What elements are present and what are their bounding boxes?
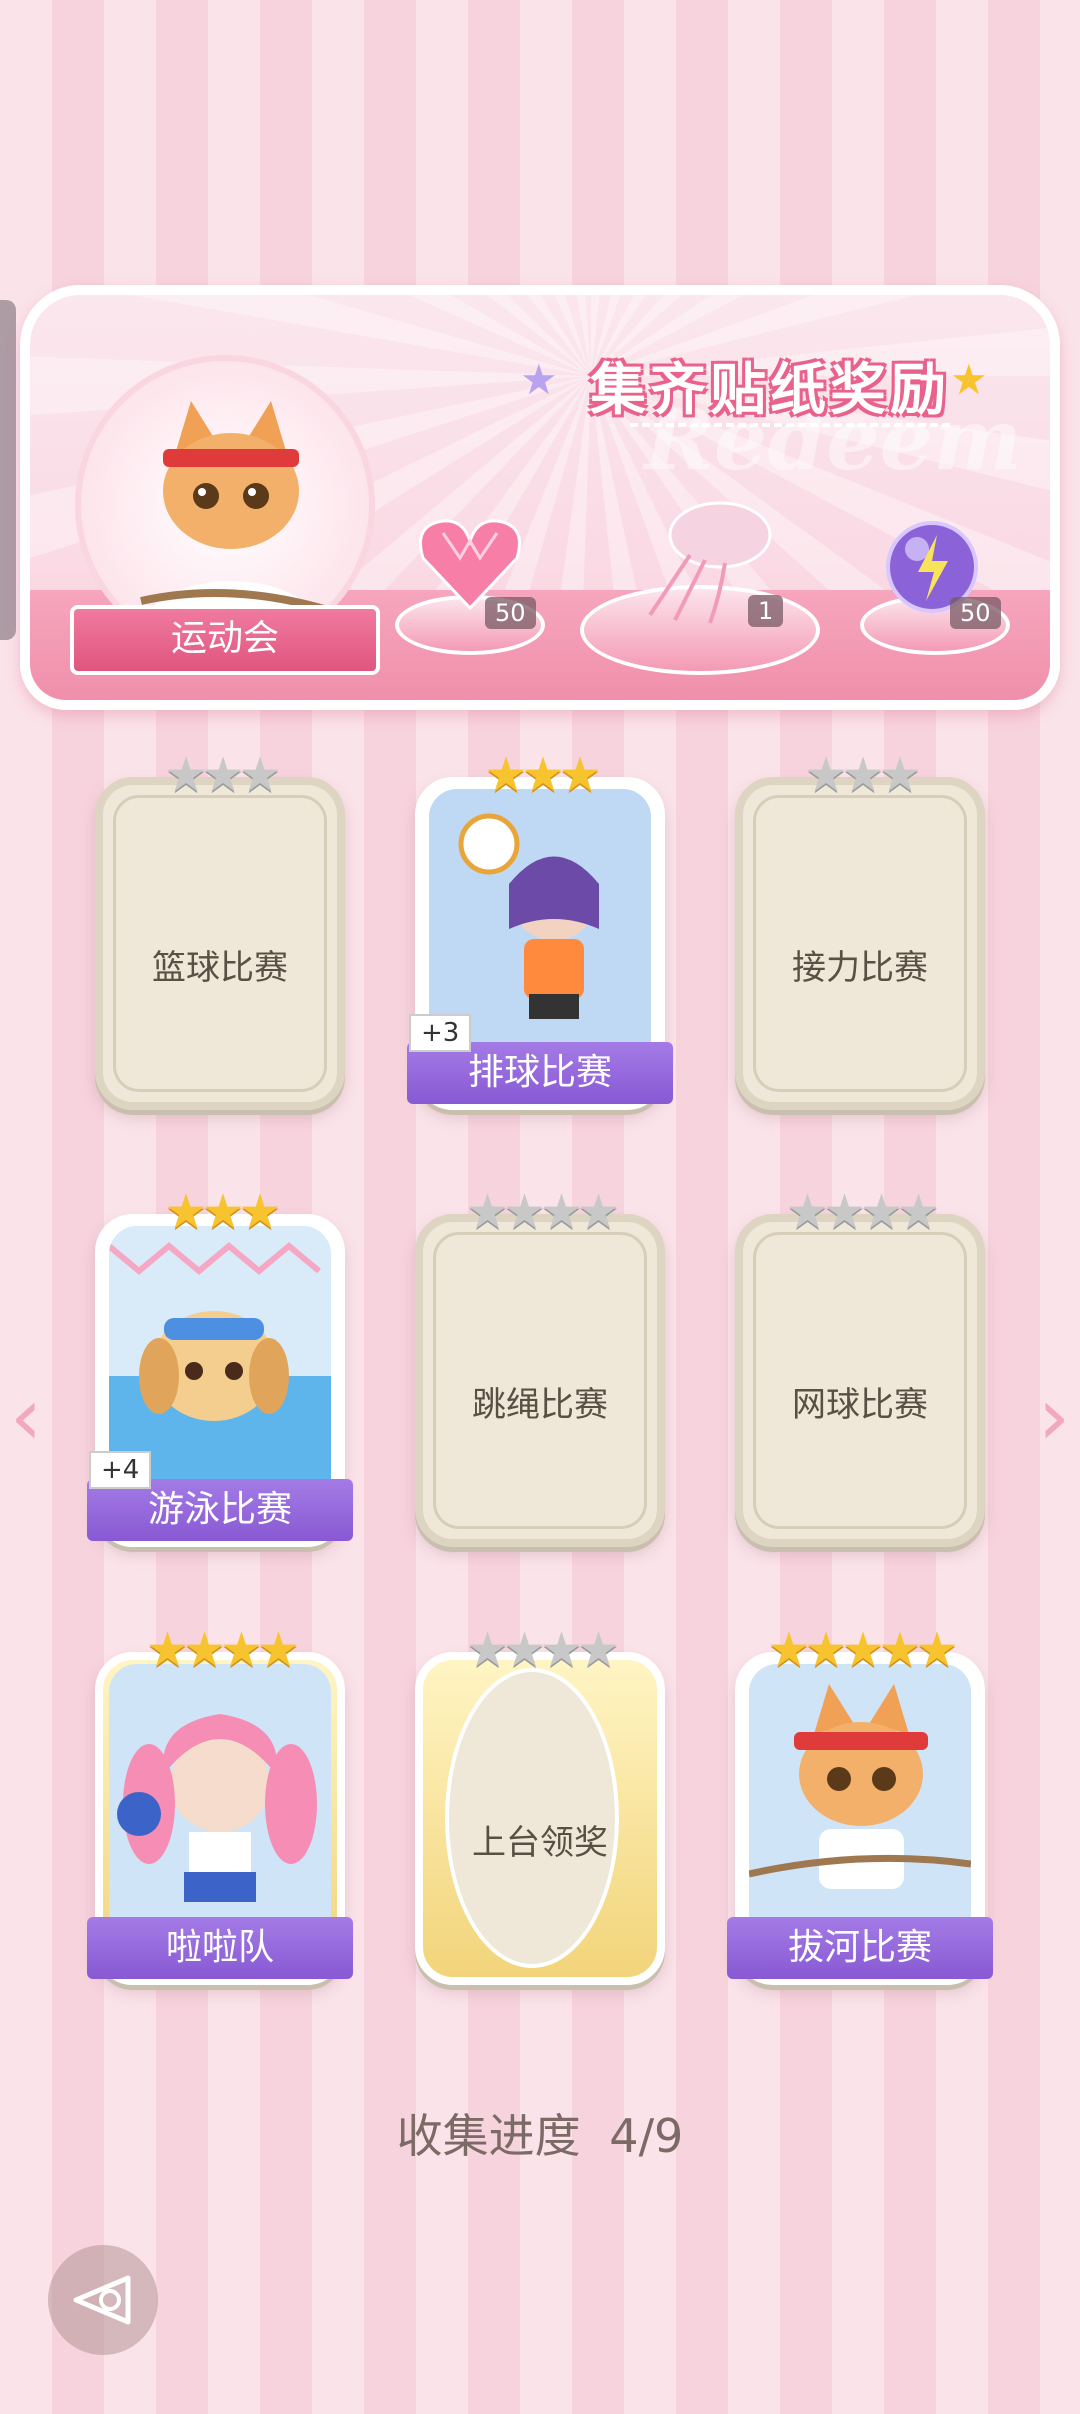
back-arrow-icon: [73, 2275, 131, 2325]
star-icon: ★: [238, 1184, 282, 1240]
star-icon: ★: [878, 1622, 922, 1678]
sticker-card[interactable]: 游泳比赛 +4 ★★★: [87, 1184, 353, 1547]
star-icon: ★: [201, 747, 244, 803]
card-name: 接力比赛: [792, 948, 928, 988]
star-icon: ★: [182, 1622, 226, 1678]
star-icon: ★: [860, 1184, 903, 1240]
card-name: 跳绳比赛: [472, 1385, 608, 1425]
reward-count: 50: [485, 597, 536, 629]
star-icon: ★: [577, 1622, 620, 1678]
star-rating: ★★★: [95, 1184, 345, 1240]
star-rating: ★★★★★: [735, 1622, 985, 1678]
star-icon: ★: [201, 1184, 244, 1240]
star-icon: ★: [841, 747, 884, 803]
banner-title: 集齐贴纸奖励: [590, 358, 950, 423]
star-icon: ★: [558, 747, 602, 803]
star-rating: ★★★★: [95, 1622, 345, 1678]
star-icon: ★: [145, 1622, 189, 1678]
star-icon: ★: [804, 747, 847, 803]
star-icon: ★: [465, 1184, 509, 1240]
star-icon: ★: [897, 1184, 940, 1240]
collection-progress: 收集进度 4/9: [0, 2100, 1080, 2166]
star-icon: ★: [220, 1622, 263, 1678]
star-rating: ★★★: [735, 747, 985, 803]
star-rating: ★★★★: [415, 1622, 665, 1678]
sticker-card[interactable]: 跳绳比赛 ★★★★: [415, 1184, 665, 1547]
star-icon: ★: [540, 1622, 583, 1678]
card-illustration: [749, 1664, 971, 1925]
card-illustration: [109, 1226, 331, 1487]
star-icon: ★: [502, 1184, 546, 1240]
sticker-card[interactable]: 拔河比赛 ★★★★★: [727, 1622, 993, 1985]
star-icon: ★: [238, 747, 282, 803]
sticker-card[interactable]: 篮球比赛 ★★★: [95, 747, 345, 1110]
card-name: 上台领奖: [472, 1823, 608, 1863]
chevron-left-icon[interactable]: ‹: [10, 1370, 42, 1463]
star-icon: ★: [804, 1622, 847, 1678]
event-name-ribbon: 运动会: [70, 605, 380, 675]
star-icon: ★: [465, 1622, 509, 1678]
card-name: 网球比赛: [792, 1385, 928, 1425]
reward-count: 1: [748, 595, 784, 627]
sticker-card[interactable]: 上台领奖 ★★★★: [415, 1622, 665, 1985]
star-icon: ★: [521, 747, 564, 803]
star-rating: ★★★: [95, 747, 345, 803]
sticker-card[interactable]: 接力比赛 ★★★: [735, 747, 985, 1110]
star-rating: ★★★★: [735, 1184, 985, 1240]
purple-star-icon: ★: [520, 355, 558, 404]
star-rating: ★★★★: [415, 1184, 665, 1240]
sticker-card[interactable]: 啦啦队 ★★★★: [87, 1622, 353, 1985]
duplicate-count-badge: +3: [409, 1014, 472, 1052]
star-rating: ★★★: [415, 747, 665, 803]
star-icon: ★: [841, 1622, 884, 1678]
sticker-card[interactable]: 排球比赛 +3 ★★★: [407, 747, 673, 1110]
star-icon: ★: [257, 1622, 300, 1678]
star-icon: ★: [878, 747, 922, 803]
star-icon: ★: [785, 1184, 829, 1240]
back-button[interactable]: [48, 2245, 158, 2355]
star-icon: ★: [164, 1184, 207, 1240]
card-illustration: [429, 789, 651, 1050]
star-icon: ★: [822, 1184, 866, 1240]
progress-label: 收集进度: [396, 2109, 581, 2163]
duplicate-count-badge: +4: [89, 1451, 152, 1489]
star-icon: ★: [164, 747, 207, 803]
star-icon: ★: [577, 1184, 620, 1240]
card-illustration: [109, 1664, 331, 1925]
side-drawer-handle[interactable]: [0, 300, 16, 640]
chevron-right-icon[interactable]: ›: [1038, 1370, 1070, 1463]
star-icon: ★: [767, 1622, 810, 1678]
star-icon: ★: [540, 1184, 583, 1240]
reward-count: 50: [950, 597, 1001, 629]
star-icon: ★: [915, 1622, 959, 1678]
star-icon: ★: [484, 747, 527, 803]
card-name: 篮球比赛: [152, 948, 288, 988]
yellow-star-icon: ★: [950, 355, 988, 404]
star-icon: ★: [502, 1622, 546, 1678]
sticker-card[interactable]: 网球比赛 ★★★★: [735, 1184, 985, 1547]
reward-banner: Redeem ★ ★ 集齐贴纸奖励 运动会 50 1 50: [20, 285, 1060, 710]
progress-value: 4/9: [609, 2109, 684, 2163]
card-name-ribbon: 拔河比赛: [727, 1917, 993, 1979]
card-name-ribbon: 啦啦队: [87, 1917, 353, 1979]
